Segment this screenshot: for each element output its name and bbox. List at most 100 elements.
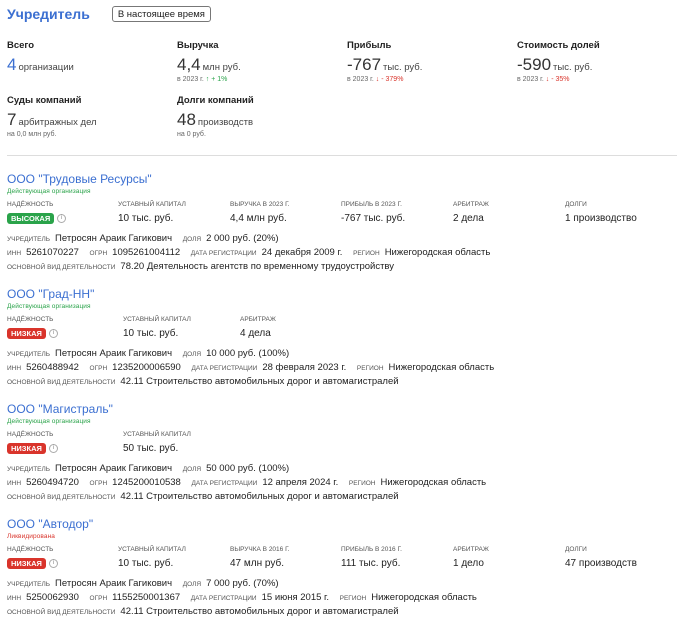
stat-shares-value: -590 (517, 55, 552, 74)
inn-value: 5260488942 (26, 362, 79, 373)
capital-label: Уставный капитал (118, 546, 186, 553)
stat-debts-value: 48 (177, 110, 196, 129)
stat-profit-year: в 2023 г. (347, 76, 374, 83)
revenue-value: 4,4 млн руб. (230, 213, 287, 224)
activity-label: Основной вид деятельности (7, 379, 116, 386)
reliability-badge: НИЗКАЯ (7, 328, 46, 339)
reliability-label: Надёжность (7, 201, 54, 208)
founder-name[interactable]: Петросян Араик Гагикович (55, 348, 172, 359)
activity-label: Основной вид деятельности (7, 494, 116, 501)
share-value: 10 000 руб. (100%) (206, 348, 290, 359)
info-icon[interactable]: i (48, 329, 58, 338)
region-value: Нижегородская область (380, 477, 487, 488)
reg-date-value: 24 декабря 2009 г. (261, 247, 343, 258)
capital-value: 10 тыс. руб. (118, 213, 174, 224)
reg-date-value: 15 июня 2015 г. (261, 592, 329, 603)
page-title: Учредитель (7, 6, 90, 22)
arrow-down-icon: ↓ (545, 76, 550, 83)
region-value: Нижегородская область (371, 592, 477, 603)
stat-court: Суды компаний 7 арбитражных дел на 0,0 мл… (7, 95, 97, 138)
activity-label: Основной вид деятельности (7, 264, 116, 271)
stat-revenue-value: 4,4 (177, 55, 201, 74)
reliability-badge: НИЗКАЯ (7, 443, 46, 454)
reg-date-label: Дата регистрации (190, 595, 257, 602)
stat-profit-value: -767 (347, 55, 382, 74)
stat-shares-label: Стоимость долей (517, 40, 600, 51)
arbitrage-value[interactable]: 4 дела (240, 328, 276, 339)
inn-value: 5260494720 (26, 477, 79, 488)
share-value: 50 000 руб. (100%) (206, 463, 290, 474)
revenue-label: Выручка в 2023 г. (230, 201, 290, 208)
company-name-link[interactable]: ООО "Град-НН" (7, 287, 677, 301)
share-label: Доля (182, 466, 202, 473)
company-name-link[interactable]: ООО "Автодор" (7, 517, 677, 531)
stat-total-value[interactable]: 4 (7, 55, 16, 74)
arbitrage-value[interactable]: 2 дела (453, 213, 489, 224)
founder-name[interactable]: Петросян Араик Гагикович (55, 578, 172, 589)
arbitrage-label: Арбитраж (453, 201, 489, 208)
profit-value: 111 тыс. руб. (341, 558, 401, 569)
reliability-label: Надёжность (7, 546, 54, 553)
ogrn-label: ОГРН (89, 480, 108, 487)
stat-revenue: Выручка 4,4 млн руб. в 2023 г. ↑ + 1% (177, 40, 241, 83)
inn-label: ИНН (7, 595, 22, 602)
ogrn-label: ОГРН (89, 595, 108, 602)
arbitrage-label: Арбитраж (240, 316, 276, 323)
stat-total: Всего 4 организации (7, 40, 74, 75)
company-card: ООО "Трудовые Ресурсы" Действующая орган… (7, 172, 677, 274)
revenue-label: Выручка в 2016 г. (230, 546, 290, 553)
founder-label: Учредитель (7, 581, 51, 588)
share-label: Доля (182, 581, 202, 588)
reliability-label: Надёжность (7, 316, 54, 323)
stat-shares-unit: тыс. руб. (553, 62, 593, 73)
company-status: Действующая организация (7, 303, 91, 310)
reliability-badge: ВЫСОКАЯ (7, 213, 55, 224)
capital-value: 10 тыс. руб. (118, 558, 174, 569)
founder-label: Учредитель (7, 466, 51, 473)
stat-revenue-label: Выручка (177, 40, 219, 51)
share-label: Доля (182, 236, 202, 243)
reliability-badge: НИЗКАЯ (7, 558, 46, 569)
ogrn-label: ОГРН (89, 250, 108, 257)
company-status: Действующая организация (7, 418, 91, 425)
ogrn-value: 1095261004112 (112, 247, 181, 258)
stat-profit-change: - 379% (381, 76, 404, 83)
company-status: Действующая организация (7, 188, 91, 195)
info-icon[interactable]: i (48, 444, 58, 453)
reg-date-label: Дата регистрации (190, 250, 257, 257)
stat-revenue-year: в 2023 г. (177, 76, 204, 83)
inn-value: 5261070227 (26, 247, 79, 258)
company-card: ООО "Автодор" Ликвидирована Надёжность Н… (7, 517, 677, 619)
reg-date-value: 28 февраля 2023 г. (262, 362, 347, 373)
stat-shares: Стоимость долей -590 тыс. руб. в 2023 г. … (517, 40, 600, 83)
region-label: Регион (348, 480, 376, 487)
company-name-link[interactable]: ООО "Трудовые Ресурсы" (7, 172, 677, 186)
region-label: Регион (356, 365, 384, 372)
company-name-link[interactable]: ООО "Магистраль" (7, 402, 677, 416)
reg-date-label: Дата регистрации (191, 365, 258, 372)
stat-court-value: 7 (7, 110, 17, 129)
ogrn-label: ОГРН (89, 365, 108, 372)
founder-name[interactable]: Петросян Араик Гагикович (55, 233, 172, 244)
stat-profit: Прибыль -767 тыс. руб. в 2023 г. ↓ - 379% (347, 40, 422, 83)
inn-label: ИНН (7, 365, 22, 372)
info-icon[interactable]: i (57, 214, 67, 223)
stat-profit-unit: тыс. руб. (383, 62, 423, 73)
founder-name[interactable]: Петросян Араик Гагикович (55, 463, 172, 474)
company-card: ООО "Град-НН" Действующая организация На… (7, 287, 677, 389)
arbitrage-value[interactable]: 1 дело (453, 558, 489, 569)
info-icon[interactable]: i (48, 559, 58, 568)
stat-revenue-change: + 1% (211, 76, 228, 83)
company-status: Ликвидирована (7, 533, 55, 540)
founder-label: Учредитель (7, 351, 51, 358)
share-value: 2 000 руб. (20%) (206, 233, 279, 244)
stat-total-label: Всего (7, 40, 35, 51)
reg-date-label: Дата регистрации (191, 480, 258, 487)
inn-value: 5250062930 (26, 592, 79, 603)
debts-value[interactable]: 1 производство (565, 213, 637, 224)
region-label: Регион (353, 250, 380, 257)
period-selector-button[interactable]: В настоящее время (111, 6, 211, 22)
debts-value[interactable]: 47 производств (565, 558, 637, 569)
activity-label: Основной вид деятельности (7, 609, 116, 616)
stat-profit-label: Прибыль (347, 40, 392, 51)
